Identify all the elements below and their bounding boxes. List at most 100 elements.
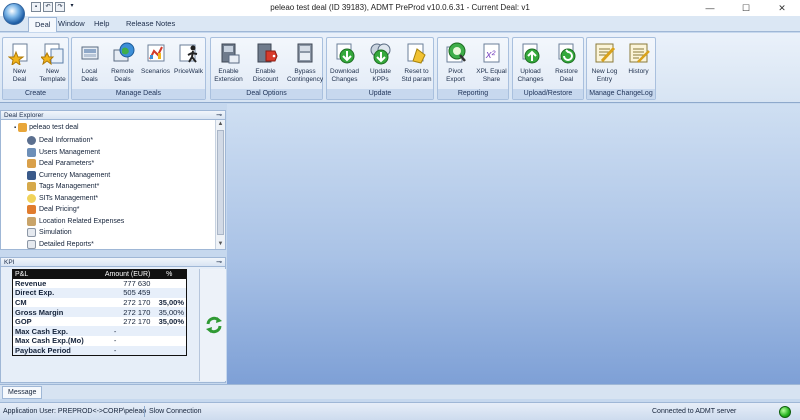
local-deals-button[interactable]: Local Deals bbox=[73, 41, 106, 89]
tree-item-deal-parameters[interactable]: Deal Parameters* bbox=[27, 158, 94, 169]
window-controls: — ☐ ✕ bbox=[692, 0, 800, 16]
download-changes-button[interactable]: Download Changes bbox=[328, 41, 361, 89]
message-tab[interactable]: Message bbox=[2, 386, 43, 399]
history-button[interactable]: History bbox=[622, 41, 655, 89]
update-kpps-button[interactable]: Update KPPs bbox=[364, 41, 397, 89]
kpi-table: P&L Amount (EUR) % Revenue 777 630 Direct… bbox=[12, 269, 187, 356]
ribbon-group-label: Upload/Restore bbox=[513, 89, 583, 99]
bypass-contingency-icon bbox=[297, 43, 313, 63]
tree-root-label: peleao test deal bbox=[29, 124, 79, 131]
ribbon-group-reporting: Pivot Export x² XPL Equal Share Reportin… bbox=[437, 37, 509, 100]
enable-extension-button[interactable]: Enable Extension bbox=[212, 41, 245, 89]
new-template-icon bbox=[39, 43, 63, 66]
kpi-side-toolbar bbox=[199, 269, 226, 381]
new-log-entry-button[interactable]: New Log Entry bbox=[588, 41, 621, 89]
deal-explorer-title: Deal Explorer bbox=[4, 112, 44, 119]
scenarios-icon bbox=[147, 44, 164, 62]
application-menu-orb[interactable] bbox=[3, 3, 25, 25]
table-row: Max Cash Exp. - bbox=[12, 326, 187, 337]
ribbon-group-label: Manage ChangeLog bbox=[587, 89, 655, 99]
tree-item-tags-management[interactable]: Tags Management* bbox=[27, 181, 99, 192]
refresh-icon[interactable] bbox=[204, 315, 224, 335]
bypass-contingency-button[interactable]: Bypass Contingency bbox=[287, 41, 323, 89]
new-deal-star-icon bbox=[7, 43, 27, 67]
pin-icon[interactable]: ⊸ bbox=[216, 111, 222, 120]
simulation-icon bbox=[27, 228, 36, 237]
pricing-icon bbox=[27, 205, 36, 214]
ribbon-group-label: Create bbox=[3, 89, 68, 99]
upload-changes-button[interactable]: Upload Changes bbox=[514, 41, 547, 89]
tab-window[interactable]: Window bbox=[52, 17, 91, 32]
table-row: Direct Exp. 505 459 bbox=[12, 288, 187, 298]
tab-help[interactable]: Help bbox=[88, 17, 115, 32]
remote-deals-button[interactable]: Remote Deals bbox=[106, 41, 139, 89]
ribbon-group-label: Deal Options bbox=[211, 89, 322, 99]
location-icon bbox=[27, 216, 36, 226]
pin-icon[interactable]: ⊸ bbox=[216, 258, 222, 267]
connection-status-icon bbox=[779, 406, 791, 418]
message-bar: Message bbox=[0, 384, 800, 399]
tree-item-simulation[interactable]: Simulation bbox=[27, 227, 72, 238]
table-row: GOP 272 170 35,00% bbox=[15, 317, 184, 327]
table-row: Revenue 777 630 bbox=[15, 278, 151, 288]
pricewalk-button[interactable]: PriceWalk bbox=[172, 41, 205, 89]
reset-std-param-button[interactable]: Reset to Std param bbox=[400, 41, 433, 89]
tree-item-deal-pricing[interactable]: Deal Pricing* bbox=[27, 204, 79, 215]
close-button[interactable]: ✕ bbox=[764, 0, 800, 16]
ribbon-group-manage-deals: Local Deals Remote Deals Scenarios Price… bbox=[71, 37, 206, 100]
ribbon-group-update: Download Changes Update KPPs Reset to St… bbox=[326, 37, 434, 100]
ribbon-group-manage-changelog: New Log Entry History Manage ChangeLog bbox=[586, 37, 656, 100]
gear-icon bbox=[27, 136, 36, 145]
tree-item-location-related-expenses[interactable]: Location Related Expenses bbox=[27, 216, 124, 227]
kpi-title: KPI bbox=[4, 259, 15, 266]
ribbon: New Deal New Template Create Local Deals… bbox=[0, 33, 800, 103]
ribbon-group-deal-options: Enable Extension Enable Discount Bypass … bbox=[210, 37, 323, 100]
deal-explorer-tree: ▪ peleao test deal Deal Information* Use… bbox=[0, 120, 226, 250]
new-deal-button[interactable]: New Deal bbox=[3, 41, 36, 89]
minimize-button[interactable]: — bbox=[692, 0, 728, 16]
tab-release-notes[interactable]: Release Notes bbox=[120, 17, 181, 32]
scroll-up-icon[interactable]: ▲ bbox=[216, 120, 225, 129]
window-title: peleao test deal (ID 39183), ADMT PrePro… bbox=[270, 3, 530, 12]
deal-explorer-header: Deal Explorer ⊸ bbox=[0, 110, 226, 120]
kpi-header: KPI ⊸ bbox=[0, 257, 226, 267]
title-bar: ▪ ↶ ↷ ▾ peleao test deal (ID 39183), ADM… bbox=[0, 0, 800, 16]
enable-discount-button[interactable]: Enable Discount bbox=[249, 41, 282, 89]
update-kpps-icon bbox=[370, 43, 390, 65]
tree-item-currency-management[interactable]: Currency Management bbox=[27, 170, 110, 181]
tree-item-detailed-reports[interactable]: Detailed Reports* bbox=[27, 239, 94, 250]
ribbon-group-label: Update bbox=[327, 89, 433, 99]
status-server: Connected to ADMT server bbox=[652, 408, 737, 415]
tree-item-sits-management[interactable]: SITs Management* bbox=[27, 193, 98, 204]
ribbon-group-label: Reporting bbox=[438, 89, 508, 99]
ribbon-group-upload-restore: Upload Changes Restore Deal Upload/Resto… bbox=[512, 37, 584, 100]
maximize-button[interactable]: ☐ bbox=[728, 0, 764, 16]
table-row: Max Cash Exp.(Mo) - bbox=[15, 336, 117, 346]
xpl-equal-share-button[interactable]: x² XPL Equal Share bbox=[475, 41, 508, 89]
tree-item-users-management[interactable]: Users Management bbox=[27, 147, 100, 158]
tree-item-deal-information[interactable]: Deal Information* bbox=[27, 135, 93, 146]
status-connection-speed: Slow Connection bbox=[149, 408, 202, 415]
kpi-panel: P&L Amount (EUR) % Revenue 777 630 Direct… bbox=[0, 267, 226, 383]
lightbulb-icon bbox=[27, 193, 36, 203]
table-row: Gross Margin 272 170 35,00% bbox=[12, 307, 187, 317]
scroll-down-icon[interactable]: ▼ bbox=[216, 240, 225, 249]
collapse-icon[interactable]: ▪ bbox=[14, 125, 16, 131]
ribbon-group-create: New Deal New Template Create bbox=[2, 37, 69, 100]
pivot-export-button[interactable]: Pivot Export bbox=[439, 41, 472, 89]
users-icon bbox=[27, 147, 36, 157]
new-template-button[interactable]: New Template bbox=[36, 41, 69, 89]
remote-deals-globe-icon bbox=[113, 42, 134, 62]
ribbon-group-label: Manage Deals bbox=[72, 89, 205, 99]
xpl-equal-share-icon: x² bbox=[483, 43, 499, 63]
svg-text:x²: x² bbox=[485, 49, 496, 61]
tag-icon bbox=[27, 182, 36, 191]
restore-deal-button[interactable]: Restore Deal bbox=[550, 41, 583, 89]
tree-root-node[interactable]: ▪ peleao test deal bbox=[14, 123, 79, 132]
scenarios-button[interactable]: Scenarios bbox=[139, 41, 172, 89]
scrollbar-thumb[interactable] bbox=[217, 130, 224, 235]
pricewalk-icon bbox=[179, 44, 197, 63]
menu-tabs: Deal Window Help Release Notes bbox=[0, 16, 800, 32]
enable-discount-icon bbox=[257, 43, 278, 63]
explorer-scrollbar[interactable]: ▲ ▼ bbox=[215, 120, 225, 249]
